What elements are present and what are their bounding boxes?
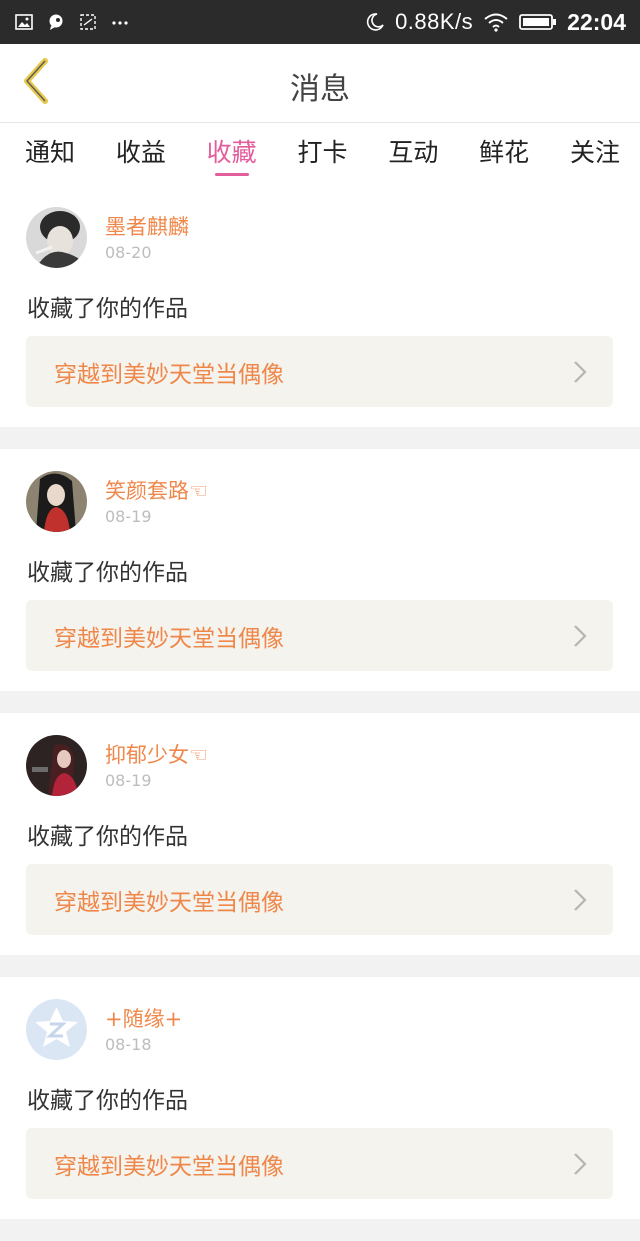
username[interactable]: 墨者麒麟 [105,211,189,241]
avatar[interactable] [26,207,87,268]
avatar[interactable] [26,471,87,532]
tab-follows[interactable]: 关注 [570,123,620,185]
status-right: 0.88K/s 22:04 [365,9,626,36]
network-speed: 0.88K/s [395,9,474,34]
username[interactable]: 抑郁少女☜ [105,739,208,769]
action-text: 收藏了你的作品 [27,824,188,850]
image-icon [14,12,34,32]
status-bar: 0.88K/s 22:04 [0,0,640,44]
tab-flowers[interactable]: 鲜花 [479,123,529,185]
action-text: 收藏了你的作品 [27,1088,188,1114]
more-dots-icon [110,12,130,32]
work-link[interactable]: 穿越到美妙天堂当偶像 [26,600,613,671]
list-item: +随缘+ 08-18 收藏了你的作品 穿越到美妙天堂当偶像 [0,977,640,1219]
avatar[interactable] [26,735,87,796]
work-title: 穿越到美妙天堂当偶像 [54,625,284,652]
list-item: 抑郁少女☜ 08-19 收藏了你的作品 穿越到美妙天堂当偶像 [0,713,640,955]
work-title: 穿越到美妙天堂当偶像 [54,889,284,916]
status-left-icons [14,12,130,32]
tab-favorites[interactable]: 收藏 [207,123,257,185]
clock: 22:04 [567,8,626,35]
work-link[interactable]: 穿越到美妙天堂当偶像 [26,864,613,935]
tab-bar: 通知 收益 收藏 打卡 互动 鲜花 关注 [0,123,640,185]
wifi-icon [483,12,509,32]
message-feed: 墨者麒麟 08-20 收藏了你的作品 穿越到美妙天堂当偶像 笑颜套路☜ 08-1… [0,185,640,1241]
list-item: 笑颜套路☜ 08-19 收藏了你的作品 穿越到美妙天堂当偶像 [0,449,640,691]
work-title: 穿越到美妙天堂当偶像 [54,361,284,388]
nav-bar: 消息 [0,44,640,123]
timestamp: 08-19 [105,507,152,526]
chevron-right-icon [573,624,587,648]
chevron-right-icon [573,360,587,384]
tab-earnings[interactable]: 收益 [116,123,166,185]
chevron-right-icon [573,1152,587,1176]
work-title: 穿越到美妙天堂当偶像 [54,1153,284,1180]
work-link[interactable]: 穿越到美妙天堂当偶像 [26,1128,613,1199]
chevron-right-icon [573,888,587,912]
tab-interactions[interactable]: 互动 [388,123,438,185]
moon-icon [365,12,385,32]
tab-checkin[interactable]: 打卡 [297,123,347,185]
action-text: 收藏了你的作品 [27,560,188,586]
screenshot-icon [78,12,98,32]
timestamp: 08-20 [105,243,152,262]
work-link[interactable]: 穿越到美妙天堂当偶像 [26,336,613,407]
action-text: 收藏了你的作品 [27,296,188,322]
tab-notifications[interactable]: 通知 [25,123,75,185]
list-item: 墨者麒麟 08-20 收藏了你的作品 穿越到美妙天堂当偶像 [0,185,640,427]
username[interactable]: 笑颜套路☜ [105,475,208,505]
timestamp: 08-19 [105,771,152,790]
timestamp: 08-18 [105,1035,152,1054]
chat-bubble-icon [46,12,66,32]
avatar[interactable] [26,999,87,1060]
username[interactable]: +随缘+ [105,1003,182,1033]
battery-icon [519,12,557,32]
page-title: 消息 [290,72,350,107]
